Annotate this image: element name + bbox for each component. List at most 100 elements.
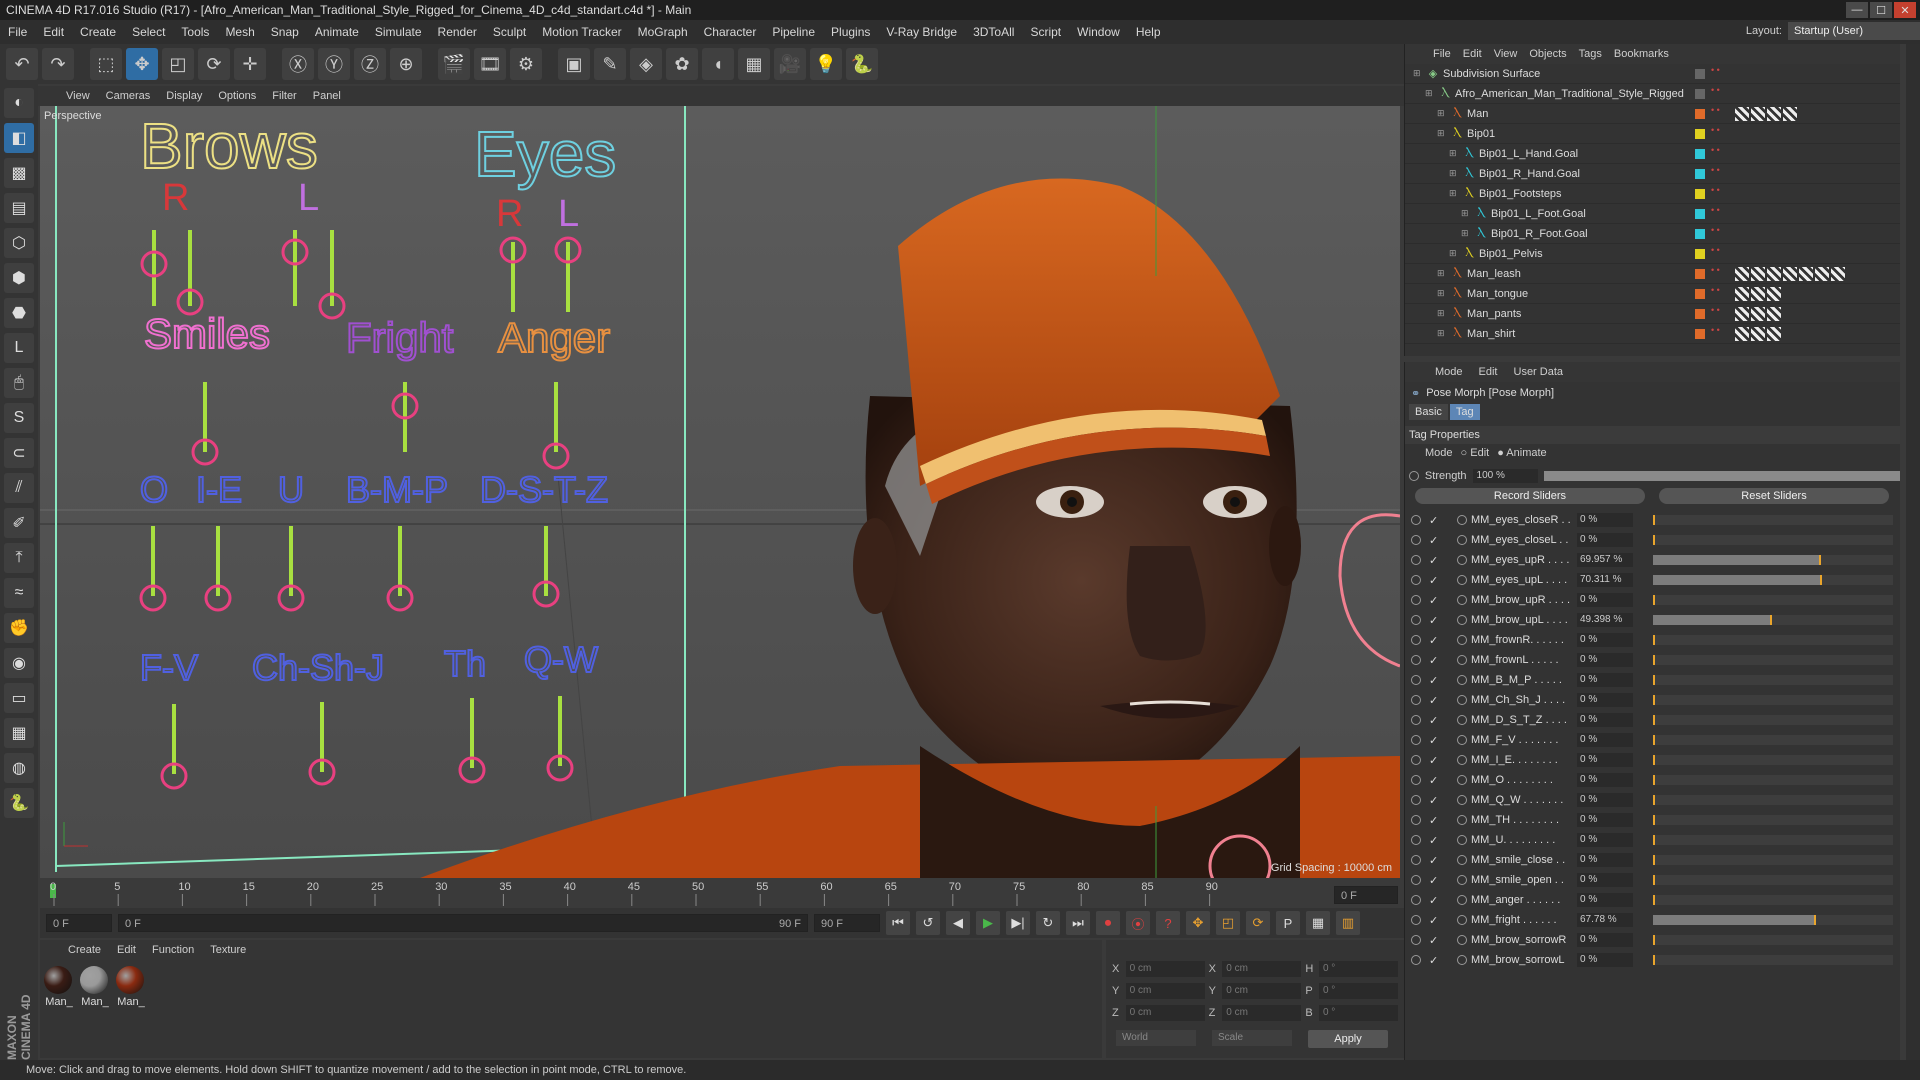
keyframe-toggle-icon[interactable] — [1457, 695, 1467, 705]
object-row[interactable]: ⊞ Ⲗ Bip01_L_Hand.Goal • • — [1405, 144, 1900, 164]
viewport-menu-display[interactable]: Display — [158, 90, 210, 102]
attribute-menu-mode[interactable]: Mode — [1427, 366, 1471, 378]
material-item[interactable]: Man_ — [44, 966, 74, 1008]
menu-item-select[interactable]: Select — [124, 25, 173, 39]
coordinate-field[interactable]: 0 cm — [1222, 961, 1302, 977]
minimize-icon[interactable]: — — [1846, 2, 1868, 18]
edit-render-settings-icon[interactable]: ⚙ — [510, 48, 542, 80]
keyframe-selection-icon[interactable]: ? — [1156, 911, 1180, 935]
visibility-dots-icon[interactable]: • • — [1711, 146, 1720, 155]
material-tag-icon[interactable] — [1783, 107, 1797, 121]
layer-color-swatch[interactable] — [1695, 149, 1705, 159]
menu-item-edit[interactable]: Edit — [35, 25, 72, 39]
live-selection-icon[interactable]: ⬚ — [90, 48, 122, 80]
morph-slider-track[interactable] — [1653, 595, 1893, 605]
undo-icon[interactable]: ↶ — [6, 48, 38, 80]
morph-slider-track[interactable] — [1653, 515, 1893, 525]
expand-arrow-icon[interactable]: ⊞ — [1449, 248, 1459, 259]
material-tag-icon[interactable] — [1783, 267, 1797, 281]
morph-value-field[interactable]: 0 % — [1577, 513, 1633, 527]
keyframe-toggle-icon[interactable] — [1457, 855, 1467, 865]
object-menu-bookmarks[interactable]: Bookmarks — [1608, 48, 1675, 60]
key-rotation-icon[interactable]: ⟳ — [1246, 911, 1270, 935]
morph-value-field[interactable]: 0 % — [1577, 813, 1633, 827]
material-menu-function[interactable]: Function — [144, 944, 202, 956]
expand-arrow-icon[interactable]: ⊞ — [1425, 88, 1435, 99]
material-tag-icon[interactable] — [1735, 287, 1749, 301]
morph-slider-track[interactable] — [1653, 615, 1893, 625]
visibility-dots-icon[interactable]: • • — [1711, 126, 1720, 135]
material-tag-icon[interactable] — [1815, 267, 1829, 281]
enable-checkbox[interactable]: ✓ — [1429, 674, 1443, 687]
menu-item-file[interactable]: File — [0, 25, 35, 39]
visibility-dots-icon[interactable]: • • — [1711, 66, 1720, 75]
enable-checkbox[interactable]: ✓ — [1429, 794, 1443, 807]
object-row[interactable]: ⊞ Ⲗ Bip01_Footsteps • • — [1405, 184, 1900, 204]
object-row[interactable]: ⊞ Ⲗ Bip01 • • — [1405, 124, 1900, 144]
key-parameter-icon[interactable]: P — [1276, 911, 1300, 935]
strength-field[interactable]: 100 % — [1472, 469, 1538, 483]
goto-prev-key-icon[interactable]: ↺ — [916, 911, 940, 935]
pen-spline-icon[interactable]: ✎ — [594, 48, 626, 80]
visibility-dots-icon[interactable]: • • — [1711, 266, 1720, 275]
animate-toggle-icon[interactable] — [1411, 875, 1421, 885]
knife-tool-icon[interactable]: ⫽ — [4, 473, 34, 503]
material-item[interactable]: Man_ — [116, 966, 146, 1008]
layer-color-swatch[interactable] — [1695, 169, 1705, 179]
animate-toggle-icon[interactable] — [1411, 655, 1421, 665]
morph-slider-track[interactable] — [1653, 875, 1893, 885]
morph-slider-track[interactable] — [1653, 535, 1893, 545]
keyframe-toggle-icon[interactable] — [1457, 635, 1467, 645]
morph-value-field[interactable]: 0 % — [1577, 773, 1633, 787]
morph-value-field[interactable]: 70.311 % — [1577, 573, 1633, 587]
morph-value-field[interactable]: 0 % — [1577, 833, 1633, 847]
preview-range-slider[interactable]: 0 F 90 F — [118, 914, 808, 932]
keyframe-toggle-icon[interactable] — [1457, 935, 1467, 945]
animate-toggle-icon[interactable] — [1411, 795, 1421, 805]
current-frame-field[interactable]: 0 F — [1334, 886, 1398, 904]
enable-checkbox[interactable]: ✓ — [1429, 694, 1443, 707]
viewport-menu-view[interactable]: View — [58, 90, 98, 102]
visibility-dots-icon[interactable]: • • — [1711, 186, 1720, 195]
expand-arrow-icon[interactable]: ⊞ — [1437, 108, 1447, 119]
morph-value-field[interactable]: 0 % — [1577, 533, 1633, 547]
enable-checkbox[interactable]: ✓ — [1429, 654, 1443, 667]
strength-slider[interactable] — [1543, 471, 1901, 481]
morph-slider-track[interactable] — [1653, 915, 1893, 925]
enable-checkbox[interactable]: ✓ — [1429, 554, 1443, 567]
redo-icon[interactable]: ↷ — [42, 48, 74, 80]
animate-toggle-icon[interactable] — [1411, 555, 1421, 565]
keyframe-toggle-icon[interactable] — [1457, 555, 1467, 565]
material-tag-icon[interactable] — [1831, 267, 1845, 281]
tweak-mode-icon[interactable]: 🖱 — [4, 368, 34, 398]
morph-slider-track[interactable] — [1653, 555, 1893, 565]
material-tag-icon[interactable] — [1751, 107, 1765, 121]
expand-arrow-icon[interactable]: ⊞ — [1449, 188, 1459, 199]
viewport-menu-options[interactable]: Options — [210, 90, 264, 102]
autokey-icon[interactable]: ⦿ — [1126, 911, 1150, 935]
menu-item-window[interactable]: Window — [1069, 25, 1128, 39]
enable-checkbox[interactable]: ✓ — [1429, 574, 1443, 587]
keyframe-toggle-icon[interactable] — [1457, 955, 1467, 965]
object-menu-file[interactable]: File — [1427, 48, 1457, 60]
checker-icon[interactable]: ▦ — [4, 718, 34, 748]
menu-item-create[interactable]: Create — [72, 25, 124, 39]
visibility-dots-icon[interactable]: • • — [1711, 206, 1720, 215]
animate-toggle-icon[interactable] — [1411, 675, 1421, 685]
reset-sliders-button[interactable]: Reset Sliders — [1659, 488, 1889, 504]
menu-item-script[interactable]: Script — [1022, 25, 1069, 39]
morph-slider-track[interactable] — [1653, 895, 1893, 905]
morph-value-field[interactable]: 0 % — [1577, 693, 1633, 707]
material-tag-icon[interactable] — [1751, 307, 1765, 321]
coordinate-space-dropdown[interactable]: World — [1116, 1030, 1196, 1046]
material-menu-texture[interactable]: Texture — [202, 944, 254, 956]
morph-slider-track[interactable] — [1653, 755, 1893, 765]
morph-value-field[interactable]: 0 % — [1577, 633, 1633, 647]
visibility-dots-icon[interactable]: • • — [1711, 86, 1720, 95]
object-row[interactable]: ⊞ Ⲗ Man_shirt • • — [1405, 324, 1900, 344]
keyframe-toggle-icon[interactable] — [1457, 875, 1467, 885]
expand-arrow-icon[interactable]: ⊞ — [1449, 148, 1459, 159]
points-mode-icon[interactable]: ⬡ — [4, 228, 34, 258]
keyframe-toggle-icon[interactable] — [1457, 895, 1467, 905]
layer-color-swatch[interactable] — [1695, 209, 1705, 219]
